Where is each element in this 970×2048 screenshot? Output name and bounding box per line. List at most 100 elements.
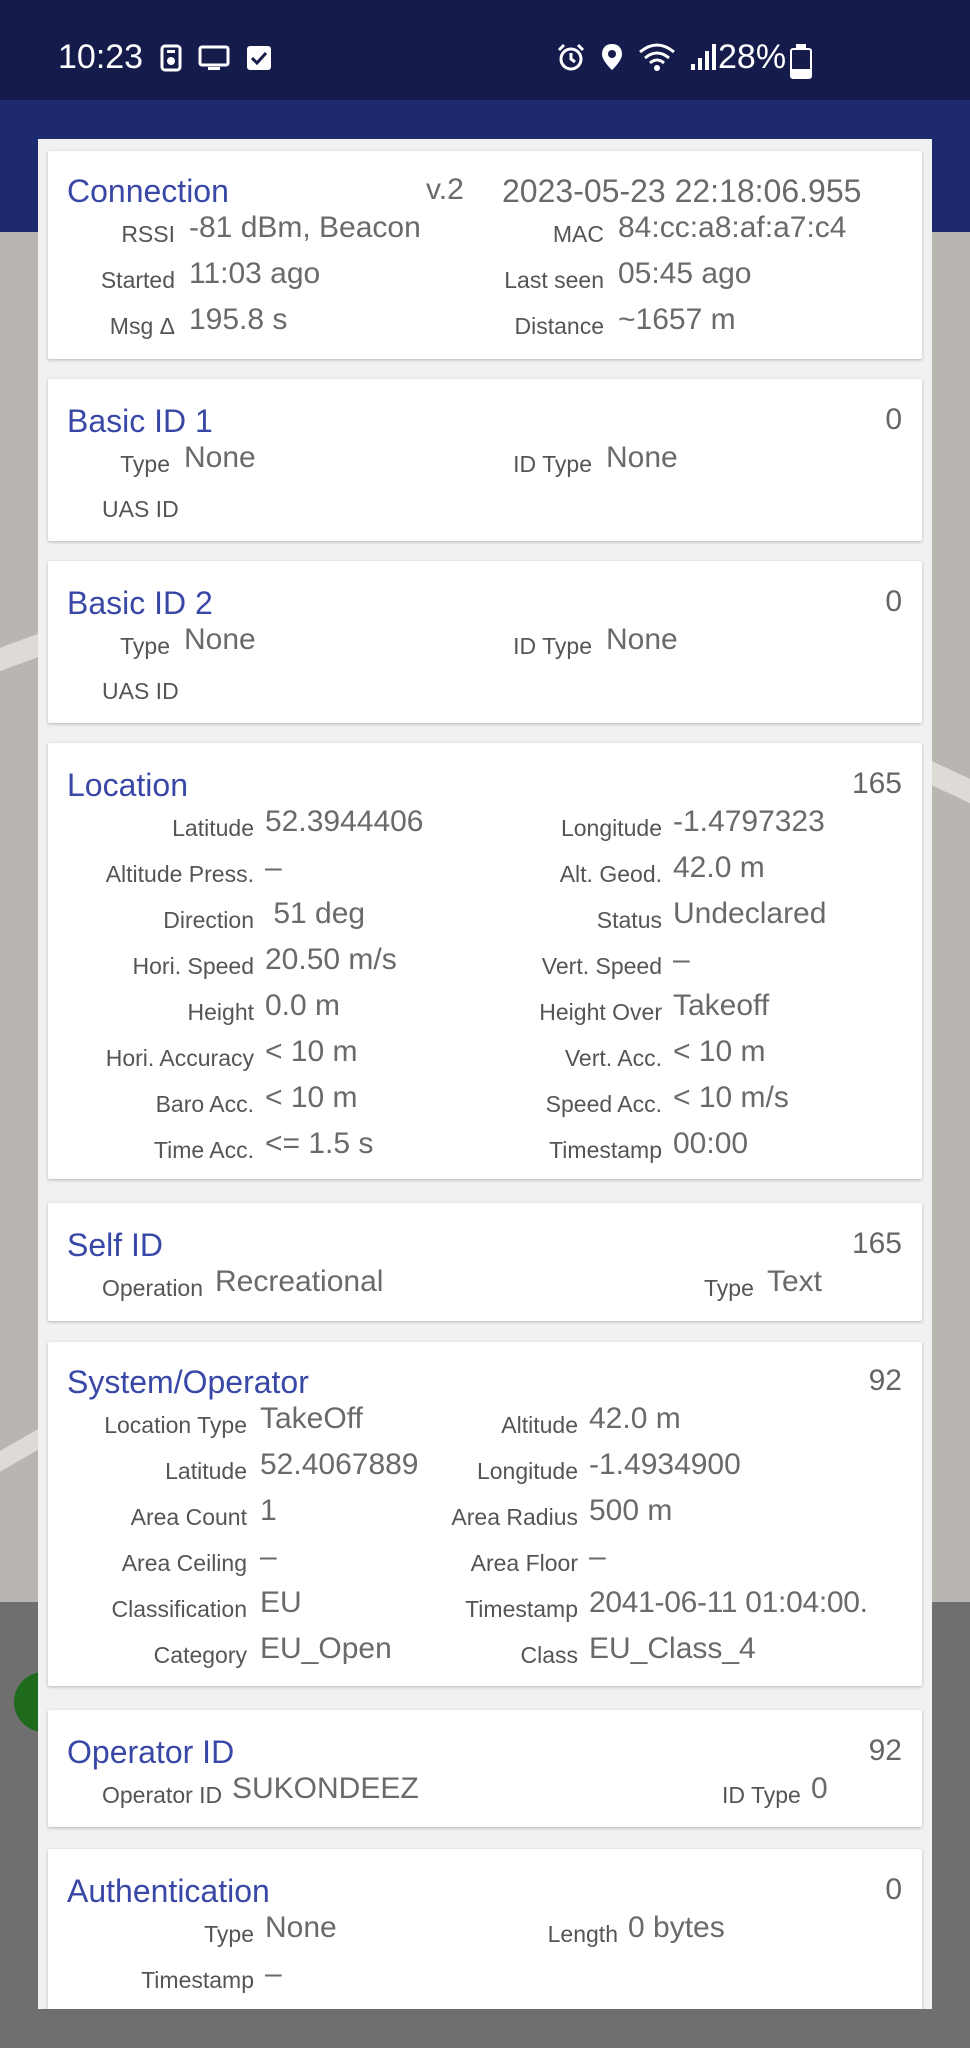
auth-type-value: None bbox=[265, 1911, 337, 1944]
mac-label: MAC bbox=[552, 221, 604, 247]
category-label: Category bbox=[153, 1642, 247, 1668]
location-timestamp-label: Timestamp bbox=[549, 1137, 662, 1163]
baro-acc-label: Baro Acc. bbox=[155, 1091, 254, 1117]
camera-notification-icon bbox=[160, 44, 182, 77]
height-over-label: Height Over bbox=[539, 999, 662, 1025]
location-type-label: Location Type bbox=[104, 1412, 247, 1438]
distance-value: ~1657 m bbox=[618, 303, 736, 336]
area-count-label: Area Count bbox=[130, 1504, 247, 1530]
system-operator-title: System/Operator bbox=[67, 1364, 309, 1400]
basic-id-2-id-type-value: None bbox=[606, 623, 678, 656]
baro-acc-value: < 10 m bbox=[265, 1081, 358, 1114]
self-id-count: 165 bbox=[851, 1227, 902, 1260]
area-count-value: 1 bbox=[260, 1494, 277, 1527]
speed-acc-value: < 10 m/s bbox=[673, 1081, 789, 1114]
authentication-count: 0 bbox=[885, 1873, 902, 1906]
operator-id-type-value: 0 bbox=[811, 1772, 828, 1805]
basic-id-1-count: 0 bbox=[885, 403, 902, 436]
authentication-title: Authentication bbox=[67, 1873, 270, 1909]
cast-screen-icon bbox=[198, 44, 230, 77]
speed-acc-label: Speed Acc. bbox=[545, 1091, 662, 1117]
height-value: 0.0 m bbox=[265, 989, 341, 1022]
last-seen-value: 05:45 ago bbox=[618, 257, 752, 290]
status-bar: 10:23 28% bbox=[0, 0, 970, 100]
area-ceiling-value: – bbox=[260, 1540, 277, 1573]
checkbox-notification-icon bbox=[246, 45, 272, 76]
altitude-pressure-value: – bbox=[265, 851, 282, 884]
vert-acc-value: < 10 m bbox=[673, 1035, 766, 1068]
class-label: Class bbox=[520, 1642, 578, 1668]
time-acc-label: Time Acc. bbox=[153, 1137, 254, 1163]
height-over-value: Takeoff bbox=[673, 989, 770, 1022]
auth-length-value: 0 bytes bbox=[628, 1911, 725, 1944]
hori-accuracy-value: < 10 m bbox=[265, 1035, 358, 1068]
system-longitude-label: Longitude bbox=[476, 1458, 578, 1484]
alarm-icon bbox=[556, 42, 586, 77]
system-altitude-label: Altitude bbox=[501, 1412, 578, 1438]
system-latitude-value: 52.4067889 bbox=[260, 1448, 419, 1481]
location-type-value: TakeOff bbox=[260, 1402, 363, 1435]
operator-id-count: 92 bbox=[868, 1734, 902, 1767]
area-floor-value: – bbox=[589, 1540, 606, 1573]
location-count: 165 bbox=[851, 767, 902, 800]
wifi-icon bbox=[638, 42, 676, 77]
rssi-value: -81 dBm, Beacon bbox=[189, 211, 421, 244]
basic-id-2-count: 0 bbox=[885, 585, 902, 618]
vert-acc-label: Vert. Acc. bbox=[564, 1045, 662, 1071]
vert-speed-label: Vert. Speed bbox=[541, 953, 662, 979]
system-longitude-value: -1.4934900 bbox=[589, 1448, 741, 1481]
direction-label: Direction bbox=[163, 907, 254, 933]
classification-label: Classification bbox=[111, 1596, 248, 1622]
location-longitude-label: Longitude bbox=[560, 815, 662, 841]
direction-value: 51 deg bbox=[265, 897, 366, 930]
status-time: 10:23 bbox=[58, 38, 144, 76]
basic-id-1-type-label: Type bbox=[120, 451, 170, 477]
self-id-card: Self ID 165 Operation Recreational Type … bbox=[48, 1203, 922, 1321]
msg-delta-value: 195.8 s bbox=[189, 303, 288, 336]
operator-id-title: Operator ID bbox=[67, 1734, 235, 1770]
auth-timestamp-value: – bbox=[265, 1957, 282, 1990]
basic-id-1-title: Basic ID 1 bbox=[67, 403, 213, 439]
operator-id-value: SUKONDEEZ bbox=[232, 1772, 419, 1805]
auth-type-label: Type bbox=[204, 1921, 254, 1947]
connection-version: v.2 bbox=[426, 173, 464, 206]
basic-id-1-id-type-value: None bbox=[606, 441, 678, 474]
msg-delta-label: Msg Δ bbox=[109, 313, 175, 339]
status-label: Status bbox=[596, 907, 662, 933]
category-value: EU_Open bbox=[260, 1632, 392, 1665]
system-timestamp-label: Timestamp bbox=[465, 1596, 578, 1622]
drone-details-dialog: Connection v.2 2023-05-23 22:18:06.955 R… bbox=[38, 139, 932, 2009]
mac-value: 84:cc:a8:af:a7:c4 bbox=[618, 211, 847, 244]
operator-id-card: Operator ID 92 Operator ID SUKONDEEZ ID … bbox=[48, 1710, 922, 1827]
basic-id-2-type-value: None bbox=[184, 623, 256, 656]
distance-label: Distance bbox=[514, 313, 604, 339]
auth-length-label: Length bbox=[547, 1921, 618, 1947]
area-ceiling-label: Area Ceiling bbox=[121, 1550, 247, 1576]
basic-id-1-uas-id-label: UAS ID bbox=[102, 496, 179, 522]
connection-card: Connection v.2 2023-05-23 22:18:06.955 R… bbox=[48, 151, 922, 359]
status-value: Undeclared bbox=[673, 897, 827, 930]
system-timestamp-value: 2041-06-11 01:04:00. bbox=[589, 1586, 868, 1619]
hori-speed-label: Hori. Speed bbox=[132, 953, 254, 979]
location-latitude-label: Latitude bbox=[172, 815, 254, 841]
basic-id-2-title: Basic ID 2 bbox=[67, 585, 213, 621]
operator-id-type-label: ID Type bbox=[722, 1782, 801, 1808]
location-timestamp-value: 00:00 bbox=[673, 1127, 749, 1160]
authentication-card: Authentication 0 Type None Length 0 byte… bbox=[48, 1849, 922, 2009]
started-value: 11:03 ago bbox=[189, 257, 321, 290]
auth-timestamp-label: Timestamp bbox=[141, 1967, 254, 1993]
operation-label: Operation bbox=[102, 1275, 204, 1301]
alt-geod-label: Alt. Geod. bbox=[559, 861, 662, 887]
system-latitude-label: Latitude bbox=[165, 1458, 247, 1484]
operator-id-label: Operator ID bbox=[102, 1782, 223, 1808]
height-label: Height bbox=[187, 999, 254, 1025]
basic-id-1-card: Basic ID 1 0 Type None ID Type None UAS … bbox=[48, 379, 922, 541]
classification-value: EU bbox=[260, 1586, 302, 1619]
area-floor-label: Area Floor bbox=[470, 1550, 578, 1576]
vert-speed-value: – bbox=[673, 943, 690, 976]
self-id-title: Self ID bbox=[67, 1227, 164, 1263]
basic-id-2-type-label: Type bbox=[120, 633, 170, 659]
area-radius-value: 500 m bbox=[589, 1494, 673, 1527]
area-radius-label: Area Radius bbox=[451, 1504, 578, 1530]
self-id-type-label: Type bbox=[704, 1275, 754, 1301]
